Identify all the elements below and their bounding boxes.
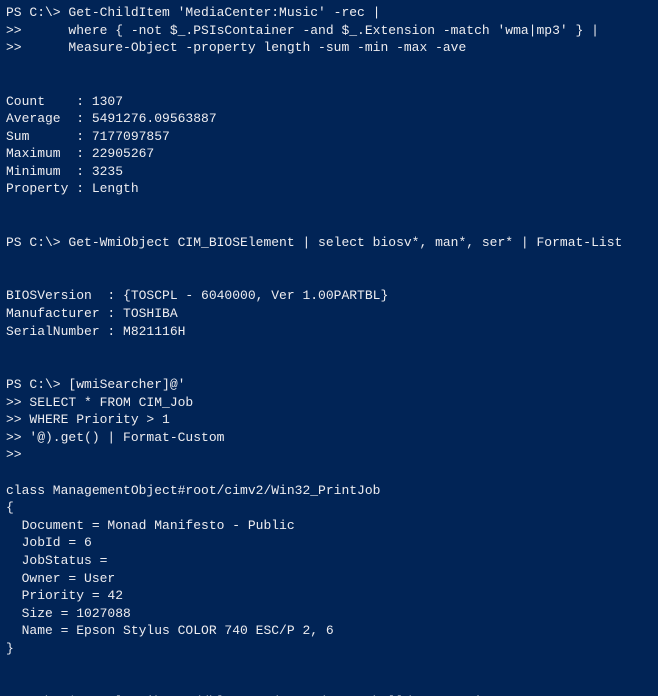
- terminal-line: [6, 464, 652, 482]
- terminal-line: PS C:\> Get-WmiObject CIM_BIOSElement | …: [6, 234, 652, 252]
- terminal-line: [6, 198, 652, 216]
- terminal-line: [6, 216, 652, 234]
- terminal-window[interactable]: PS C:\> Get-ChildItem 'MediaCenter:Music…: [0, 0, 658, 696]
- terminal-line: >>: [6, 446, 652, 464]
- terminal-line: {: [6, 499, 652, 517]
- terminal-line: [6, 657, 652, 675]
- terminal-line: Name = Epson Stylus COLOR 740 ESC/P 2, 6: [6, 622, 652, 640]
- terminal-line: [6, 340, 652, 358]
- terminal-line: SerialNumber : M821116H: [6, 323, 652, 341]
- terminal-line: Count : 1307: [6, 93, 652, 111]
- terminal-line: >> SELECT * FROM CIM_Job: [6, 394, 652, 412]
- terminal-line: Average : 5491276.09563887: [6, 110, 652, 128]
- terminal-line: PS C:\> [wmiSearcher]@': [6, 376, 652, 394]
- terminal-line: BIOSVersion : {TOSCPL - 6040000, Ver 1.0…: [6, 287, 652, 305]
- terminal-line: JobId = 6: [6, 534, 652, 552]
- terminal-line: [6, 269, 652, 287]
- terminal-line: }: [6, 640, 652, 658]
- terminal-line: >> where { -not $_.PSIsContainer -and $_…: [6, 22, 652, 40]
- terminal-line: Owner = User: [6, 570, 652, 588]
- terminal-line: Property : Length: [6, 180, 652, 198]
- terminal-line: [6, 57, 652, 75]
- terminal-line: >> WHERE Priority > 1: [6, 411, 652, 429]
- terminal-line: JobStatus =: [6, 552, 652, 570]
- terminal-line: [6, 675, 652, 693]
- terminal-line: >> Measure-Object -property length -sum …: [6, 39, 652, 57]
- terminal-line: [6, 358, 652, 376]
- terminal-line: class ManagementObject#root/cimv2/Win32_…: [6, 482, 652, 500]
- terminal-line: PS C:\> Get-ChildItem 'MediaCenter:Music…: [6, 4, 652, 22]
- terminal-line: [6, 251, 652, 269]
- terminal-line: Size = 1027088: [6, 605, 652, 623]
- terminal-line: Minimum : 3235: [6, 163, 652, 181]
- terminal-line: Sum : 7177097857: [6, 128, 652, 146]
- terminal-line: >> '@).get() | Format-Custom: [6, 429, 652, 447]
- terminal-line: Maximum : 22905267: [6, 145, 652, 163]
- terminal-line: Document = Monad Manifesto - Public: [6, 517, 652, 535]
- terminal-line: Priority = 42: [6, 587, 652, 605]
- terminal-line: [6, 75, 652, 93]
- terminal-line: Manufacturer : TOSHIBA: [6, 305, 652, 323]
